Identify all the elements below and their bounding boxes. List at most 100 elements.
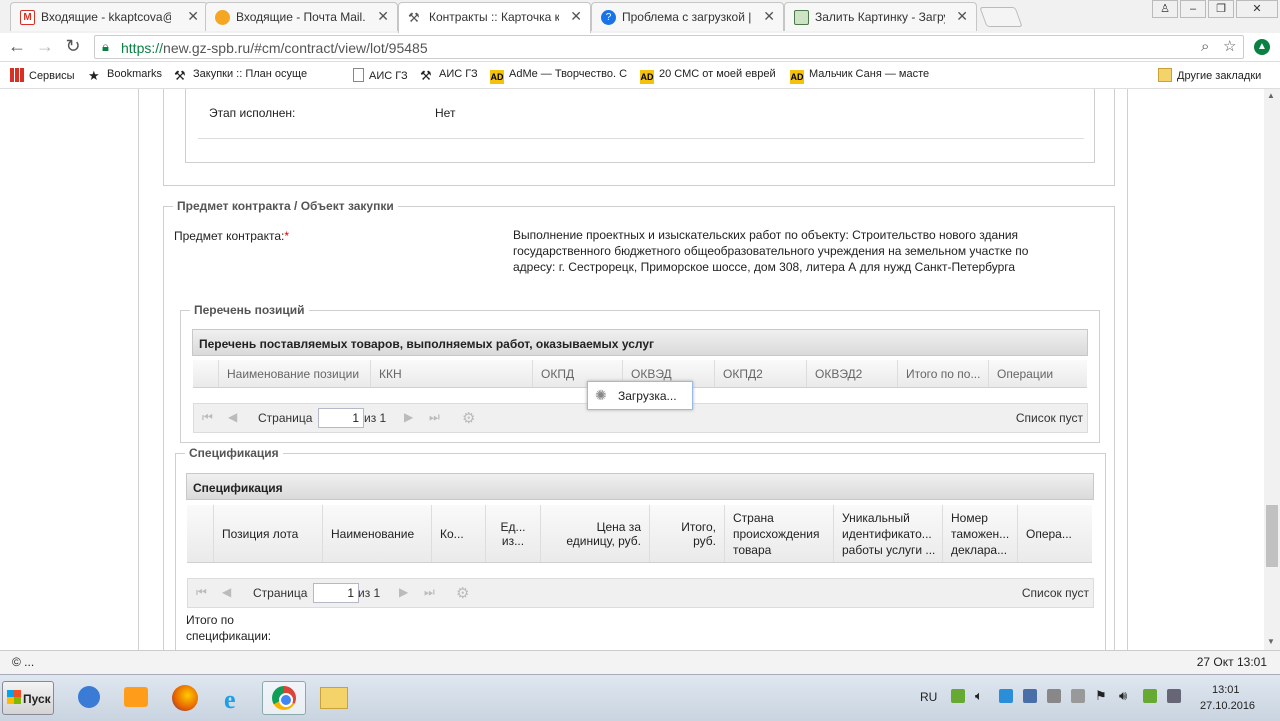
column-header[interactable]: Ед... из...	[485, 505, 540, 562]
bookmark-bookmarks[interactable]: ★ Bookmarks	[88, 68, 162, 83]
restore-button[interactable]: ❐	[1208, 0, 1234, 18]
close-icon[interactable]: ✕	[956, 8, 968, 25]
column-header[interactable]: ОКВЭД2	[806, 360, 897, 387]
spec-total-label: Итого по спецификации:	[186, 613, 272, 643]
column-header[interactable]: Итого по по...	[897, 360, 988, 387]
tray-icon[interactable]	[999, 689, 1013, 703]
loading-mask: ✺ Загрузка...	[587, 381, 693, 410]
other-bookmarks[interactable]: Другие закладки	[1158, 68, 1261, 82]
subject-legend: Предмет контракта / Объект закупки	[173, 199, 398, 213]
close-icon[interactable]: ✕	[187, 8, 199, 25]
address-bar[interactable]: 🔒︎ https://new.gz-spb.ru/#cm/contract/vi…	[94, 35, 1244, 59]
flag-icon[interactable]: ⚑	[1095, 689, 1109, 703]
column-header[interactable]: Наименование позиции	[218, 360, 370, 387]
tab-mailru[interactable]: Входящие - Почта Mail.Ru ✕	[205, 2, 398, 31]
page-label: Страница	[258, 411, 313, 425]
ad-icon: AD	[790, 70, 804, 84]
bookmark-20sms[interactable]: AD 20 СМС от моей еврей	[640, 68, 776, 84]
extension-icon[interactable]: ▲	[1254, 39, 1270, 55]
outlook-app-icon[interactable]	[66, 681, 110, 715]
tray-icon[interactable]	[1023, 689, 1037, 703]
close-icon[interactable]: ✕	[570, 8, 582, 25]
page-number-input[interactable]: 1	[313, 583, 359, 603]
bookmark-ais-gz-2[interactable]: ⚒ АИС ГЗ	[420, 68, 478, 83]
tray-icon[interactable]	[951, 689, 965, 703]
tab-contracts[interactable]: ⚒ Контракты :: Карточка ко ✕	[398, 2, 591, 33]
close-window-button[interactable]: ✕	[1236, 0, 1278, 18]
language-indicator[interactable]: RU	[920, 690, 937, 704]
column-header[interactable]: Цена за единицу, руб.	[540, 505, 649, 562]
divider	[198, 138, 1084, 139]
first-page-icon[interactable]: ⏮	[202, 410, 213, 425]
column-header[interactable]: Ко...	[431, 505, 485, 562]
close-icon[interactable]: ✕	[377, 8, 389, 25]
column-header[interactable]: Уникальный идентификато... работы услуги .…	[833, 505, 942, 562]
speaker-icon[interactable]: 🔊︎	[1119, 689, 1133, 703]
star-bookmark-icon[interactable]: ☆	[1223, 37, 1236, 55]
scroll-up-icon[interactable]: ▲	[1267, 91, 1275, 100]
page-number-input[interactable]: 1	[318, 408, 364, 428]
page-label: Страница	[253, 586, 308, 600]
scrollbar-thumb[interactable]	[1266, 505, 1278, 567]
start-button[interactable]: Пуск	[2, 681, 54, 715]
next-page-icon[interactable]: ▶	[399, 585, 408, 599]
browser-toolbar: ← → ↻ 🔒︎ https://new.gz-spb.ru/#cm/contr…	[0, 33, 1280, 62]
bookmark-adme[interactable]: AD AdMe — Творчество. С	[490, 68, 627, 84]
zoom-icon[interactable]: ⌕	[1201, 38, 1209, 55]
network-icon[interactable]	[1167, 689, 1181, 703]
column-header[interactable]: Опера...	[1017, 505, 1092, 562]
column-header[interactable]: Наименование	[322, 505, 431, 562]
tab-problem[interactable]: ? Проблема с загрузкой | Н ✕	[591, 2, 784, 31]
volume-icon[interactable]: 🔈︎	[975, 689, 989, 703]
column-header[interactable]: Страна происхождения товара	[724, 505, 833, 562]
last-page-icon[interactable]: ⏭	[429, 410, 440, 425]
taskbar: Пуск e RU 🔈︎ ⚑ 🔊︎ 13:01 27.10.2016	[0, 674, 1280, 721]
prev-page-icon[interactable]: ◀	[228, 410, 237, 424]
back-arrow-icon[interactable]: ←	[6, 36, 28, 57]
bookmark-ais-gz-1[interactable]: АИС ГЗ	[353, 68, 408, 82]
column-header[interactable]: Номер таможен... деклара...	[942, 505, 1017, 562]
firefox-icon[interactable]	[162, 681, 206, 715]
empty-list-text: Список пуст	[1021, 586, 1089, 600]
reload-icon[interactable]: ↻	[62, 36, 84, 57]
tab-upload-image[interactable]: Залить Картинку - Загрузк ✕	[784, 2, 977, 31]
clock-time[interactable]: 13:01	[1212, 684, 1240, 696]
clock-date[interactable]: 27.10.2016	[1200, 700, 1255, 712]
refresh-icon[interactable]: ⚙	[456, 584, 469, 602]
column-header[interactable]: Операции	[988, 360, 1080, 387]
next-page-icon[interactable]: ▶	[404, 410, 413, 424]
tray-icon[interactable]	[1047, 689, 1061, 703]
column-header[interactable]: Позиция лота	[213, 505, 322, 562]
page-count: из 1	[364, 411, 387, 425]
user-icon[interactable]: ♙	[1152, 0, 1178, 18]
first-page-icon[interactable]: ⏮	[196, 585, 207, 600]
column-header[interactable]: Итого, руб.	[649, 505, 724, 562]
tab-gmail[interactable]: M Входящие - kkaptcova@gm ✕	[10, 2, 208, 31]
tray-icon[interactable]	[1071, 689, 1085, 703]
url-text: https://new.gz-spb.ru/#cm/contract/view/…	[121, 40, 428, 56]
column-header[interactable]: ОКПД2	[714, 360, 806, 387]
status-datetime: 27 Окт 13:01	[1196, 655, 1267, 669]
forward-arrow-icon[interactable]: →	[34, 36, 56, 57]
new-tab-button[interactable]	[979, 7, 1023, 27]
close-icon[interactable]: ✕	[763, 8, 775, 25]
loading-text: Загрузка...	[618, 389, 677, 403]
explorer-folder-icon[interactable]	[312, 681, 356, 715]
minimize-button[interactable]: –	[1180, 0, 1206, 18]
scroll-down-icon[interactable]: ▼	[1267, 637, 1275, 646]
bookmark-apps[interactable]: Сервисы	[10, 68, 75, 82]
tray-icon[interactable]	[1143, 689, 1157, 703]
page-icon	[353, 68, 364, 82]
chrome-icon[interactable]	[262, 681, 306, 715]
media-player-icon[interactable]	[114, 681, 158, 715]
refresh-icon[interactable]: ⚙	[462, 409, 475, 427]
page-count: из 1	[358, 586, 381, 600]
last-page-icon[interactable]: ⏭	[424, 585, 435, 600]
mailru-icon	[215, 10, 230, 25]
bookmark-sanya[interactable]: AD Мальчик Саня — масте	[790, 68, 929, 84]
internet-explorer-icon[interactable]: e	[214, 681, 258, 715]
column-header[interactable]: ККН	[370, 360, 532, 387]
prev-page-icon[interactable]: ◀	[222, 585, 231, 599]
spinner-icon: ✺	[595, 387, 607, 403]
bookmark-zakupki[interactable]: ⚒ Закупки :: План осуще	[174, 68, 307, 83]
